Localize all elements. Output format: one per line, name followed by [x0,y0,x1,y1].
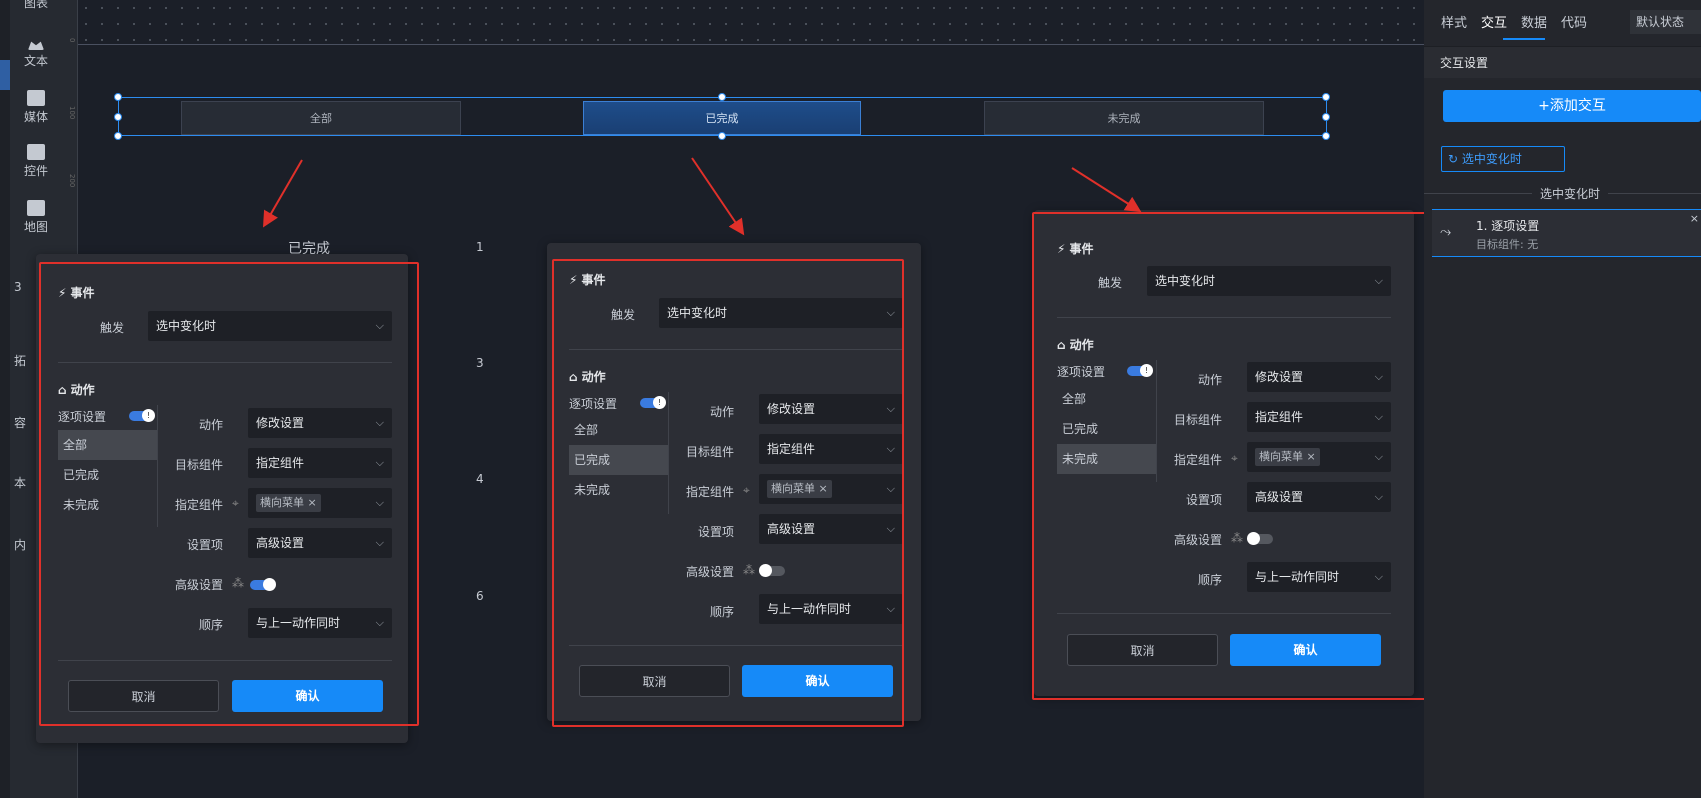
tool-local-label: 本 [14,476,27,490]
tool-map-label: 地图 [23,220,48,234]
active-tab-indicator [1503,38,1545,40]
tool-text[interactable]: 文本 [14,38,58,69]
tool-media[interactable]: 媒体 [14,90,58,125]
tool-topo-label: 拓 [14,354,27,368]
text-icon [28,41,44,50]
interaction-item[interactable]: ⤳ 1. 逐项设置 目标组件: 无 × [1432,209,1701,257]
toolbar-strip [0,0,10,798]
close-icon[interactable]: × [1690,212,1699,225]
tool-media-label: 媒体 [23,110,48,124]
canvas-number: 6 [476,589,484,603]
item-title: 1. 逐项设置 [1476,219,1540,233]
highlight-box [39,262,419,726]
horizontal-ruler [78,0,1424,45]
highlight-box [1032,212,1430,700]
highlight-box [552,259,904,727]
toolbar-strip-selection [0,60,10,90]
tool-container-label: 容 [14,416,27,430]
control-icon [27,144,45,160]
map-icon [27,200,45,216]
tool-3d-label: 3 [14,280,22,294]
tool-chart-label: 图表 [23,0,48,10]
cursor-icon: ↻ [1448,152,1462,166]
item-subtitle: 目标组件: 无 [1476,238,1539,251]
ruler-tick: 0 [68,38,76,43]
tool-text-label: 文本 [23,54,48,68]
tool-control-label: 控件 [23,164,48,178]
canvas-number: 4 [476,472,484,486]
resize-handle[interactable] [718,132,726,140]
resize-handle[interactable] [114,132,122,140]
canvas-number: 3 [476,356,484,370]
tab-data[interactable]: 数据 [1521,12,1547,31]
add-interaction-button[interactable]: +添加交互 [1443,90,1701,122]
tool-inner-label: 内 [14,538,27,552]
resize-handle[interactable] [114,113,122,121]
media-icon [27,90,45,106]
tool-map[interactable]: 地图 [14,200,58,235]
tab-interaction[interactable]: 交互 [1481,12,1507,31]
canvas-number: 1 [476,240,484,254]
interaction-header: 交互设置 [1424,46,1701,78]
resize-handle[interactable] [114,93,122,101]
resize-handle[interactable] [1322,113,1330,121]
resize-handle[interactable] [718,93,726,101]
tab-code[interactable]: 代码 [1561,12,1587,31]
state-dropdown[interactable]: 默认状态 [1630,10,1701,34]
tool-chart[interactable]: 图表 [14,0,58,11]
event-tag[interactable]: ↻ 选中变化时 [1441,146,1565,172]
tab-style[interactable]: 样式 [1441,12,1467,31]
resize-handle[interactable] [1322,93,1330,101]
selection-box[interactable] [118,97,1327,136]
ruler-tick: 200 [68,174,76,188]
ruler-tick: 100 [68,106,76,120]
tool-control[interactable]: 控件 [14,144,58,179]
resize-handle[interactable] [1322,132,1330,140]
merge-icon: ⤳ [1440,224,1452,240]
separator-label: 选中变化时 [1532,185,1609,202]
